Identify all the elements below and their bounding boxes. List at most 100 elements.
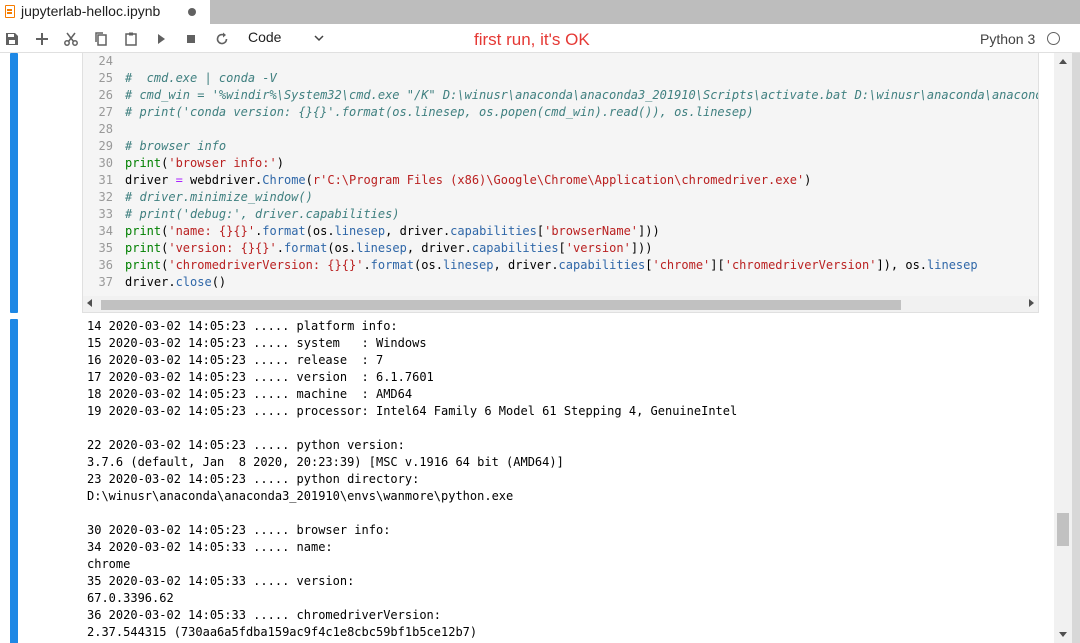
horizontal-scrollbar[interactable]: [83, 296, 1038, 312]
code-token: # cmd_win = '%windir%\System32\cmd.exe "…: [125, 88, 1039, 102]
code-token: linesep: [356, 241, 407, 255]
cell-output: 14 2020-03-02 14:05:23 ..... platform in…: [82, 318, 1042, 641]
line-number: 32: [98, 190, 113, 204]
notebook-toolbar: Code first run, it's OK Python 3: [0, 24, 1080, 53]
scroll-up-icon[interactable]: [1059, 59, 1067, 64]
code-line[interactable]: 25 # cmd.exe | conda -V: [83, 70, 1038, 87]
line-number: 33: [98, 207, 113, 221]
scroll-left-icon[interactable]: [87, 299, 92, 307]
code-token: (os.: [414, 258, 443, 272]
notebook-panel: 24 25 # cmd.exe | conda -V 26 # cmd_win = '%…: [0, 53, 1054, 643]
paste-button[interactable]: [121, 29, 141, 49]
scroll-down-icon[interactable]: [1059, 632, 1067, 637]
save-button[interactable]: [2, 29, 22, 49]
code-token: # browser info: [125, 139, 227, 153]
code-line[interactable]: 32 # driver.minimize_window(): [83, 189, 1038, 206]
code-line[interactable]: 37 driver.close(): [83, 274, 1038, 291]
stop-icon: [187, 35, 195, 43]
output-line: 22 2020-03-02 14:05:23 ..... python vers…: [87, 438, 405, 452]
code-line[interactable]: 27 # print('conda version: {}{}'.format(o…: [83, 104, 1038, 121]
code-editor[interactable]: 24 25 # cmd.exe | conda -V 26 # cmd_win = '%…: [83, 53, 1039, 291]
kernel-name[interactable]: Python 3: [980, 31, 1035, 47]
code-token: , driver.: [493, 258, 559, 272]
code-line[interactable]: 34 print('name: {}{}'.format(os.linesep, …: [83, 223, 1038, 240]
output-line: 36 2020-03-02 14:05:33 ..... chromedrive…: [87, 608, 442, 622]
code-token: (os.: [305, 224, 335, 238]
code-token: linesep: [927, 258, 978, 272]
code-token: 'version: {}{}': [168, 241, 277, 255]
code-token: , driver.: [406, 241, 472, 255]
run-icon: [158, 34, 165, 44]
code-token: r'C:\Program Files (x86)\Google\Chrome\A…: [312, 173, 805, 187]
copy-icon: [95, 32, 107, 46]
code-token: linesep: [442, 258, 494, 272]
line-number: 34: [98, 224, 113, 238]
output-line: 34 2020-03-02 14:05:33 ..... name:: [87, 540, 333, 554]
code-line[interactable]: 26 # cmd_win = '%windir%\System32\cmd.exe…: [83, 87, 1039, 104]
code-token: webdriver.: [182, 173, 263, 187]
code-line[interactable]: 36 print('chromedriverVersion: {}{}'.form…: [83, 257, 1038, 274]
cut-button[interactable]: [61, 29, 81, 49]
chevron-down-icon[interactable]: [312, 31, 326, 45]
insert-cell-button[interactable]: [32, 29, 52, 49]
code-line[interactable]: 24: [83, 53, 1038, 70]
output-line: 16 2020-03-02 14:05:23 ..... release : 7: [87, 353, 384, 367]
code-line[interactable]: 30 print('browser info:'): [83, 155, 1038, 172]
code-token: .: [363, 258, 371, 272]
code-cell-input[interactable]: 24 25 # cmd.exe | conda -V 26 # cmd_win = '%…: [82, 53, 1039, 313]
restart-button[interactable]: [212, 29, 232, 49]
code-token: ]), os.: [876, 258, 928, 272]
code-token: close: [175, 275, 212, 289]
code-line[interactable]: 35 print('version: {}{}'.format(os.linese…: [83, 240, 1038, 257]
kernel-status-icon: [1047, 32, 1060, 45]
code-token: , driver.: [385, 224, 451, 238]
interrupt-button[interactable]: [181, 29, 201, 49]
output-line: 18 2020-03-02 14:05:23 ..... machine : A…: [87, 387, 413, 401]
code-token: =: [175, 173, 183, 187]
vertical-scrollbar[interactable]: [1054, 53, 1072, 643]
unsaved-indicator-icon[interactable]: [188, 8, 196, 16]
code-token: print: [125, 258, 162, 272]
code-token: 'version': [565, 241, 631, 255]
tab-title: jupyterlab-helloc.ipynb: [21, 3, 161, 19]
output-line: 15 2020-03-02 14:05:23 ..... system : Wi…: [87, 336, 427, 350]
add-icon: [36, 33, 48, 45]
code-token: capabilities: [471, 241, 559, 255]
line-number: 29: [98, 139, 113, 153]
code-token: format: [370, 258, 415, 272]
output-line: 17 2020-03-02 14:05:23 ..... version : 6…: [87, 370, 434, 384]
code-line[interactable]: 29 # browser info: [83, 138, 1038, 155]
cell-type-select[interactable]: Code: [248, 29, 281, 45]
code-token: ])): [630, 241, 653, 255]
run-button[interactable]: [151, 29, 171, 49]
code-line[interactable]: 31 driver = webdriver.Chrome(r'C:\Program…: [83, 172, 1038, 189]
line-number: 28: [98, 122, 113, 136]
output-collapser[interactable]: [10, 319, 18, 643]
code-line[interactable]: 28: [83, 121, 1038, 138]
cut-icon: [64, 32, 78, 46]
copy-button[interactable]: [91, 29, 111, 49]
line-number: 37: [98, 275, 113, 289]
scroll-thumb[interactable]: [101, 300, 901, 310]
code-token: ])): [638, 224, 660, 238]
output-line: 35 2020-03-02 14:05:33 ..... version:: [87, 574, 355, 588]
scroll-right-icon[interactable]: [1029, 299, 1034, 307]
tab-notebook[interactable]: jupyterlab-helloc.ipynb: [0, 0, 210, 24]
input-collapser[interactable]: [10, 53, 18, 313]
notebook-icon: [5, 5, 15, 18]
code-token: print: [125, 156, 162, 170]
output-line: 19 2020-03-02 14:05:23 ..... processor: …: [87, 404, 738, 418]
code-token: (): [211, 275, 227, 289]
restart-icon: [216, 32, 228, 45]
output-line: 3.7.6 (default, Jan 8 2020, 20:23:39) [M…: [87, 455, 564, 469]
tab-bar: jupyterlab-helloc.ipynb: [0, 0, 1080, 24]
output-line: 2.37.544315 (730aa6a5fdba159ac9f4c1e8cbc…: [87, 625, 478, 639]
scroll-thumb[interactable]: [1057, 513, 1069, 546]
paste-icon: [125, 32, 137, 46]
code-token: 'browser info:': [168, 156, 277, 170]
code-line[interactable]: 33 # print('debug:', driver.capabilities): [83, 206, 1038, 223]
output-line: 23 2020-03-02 14:05:23 ..... python dire…: [87, 472, 420, 486]
code-token: ): [276, 156, 284, 170]
